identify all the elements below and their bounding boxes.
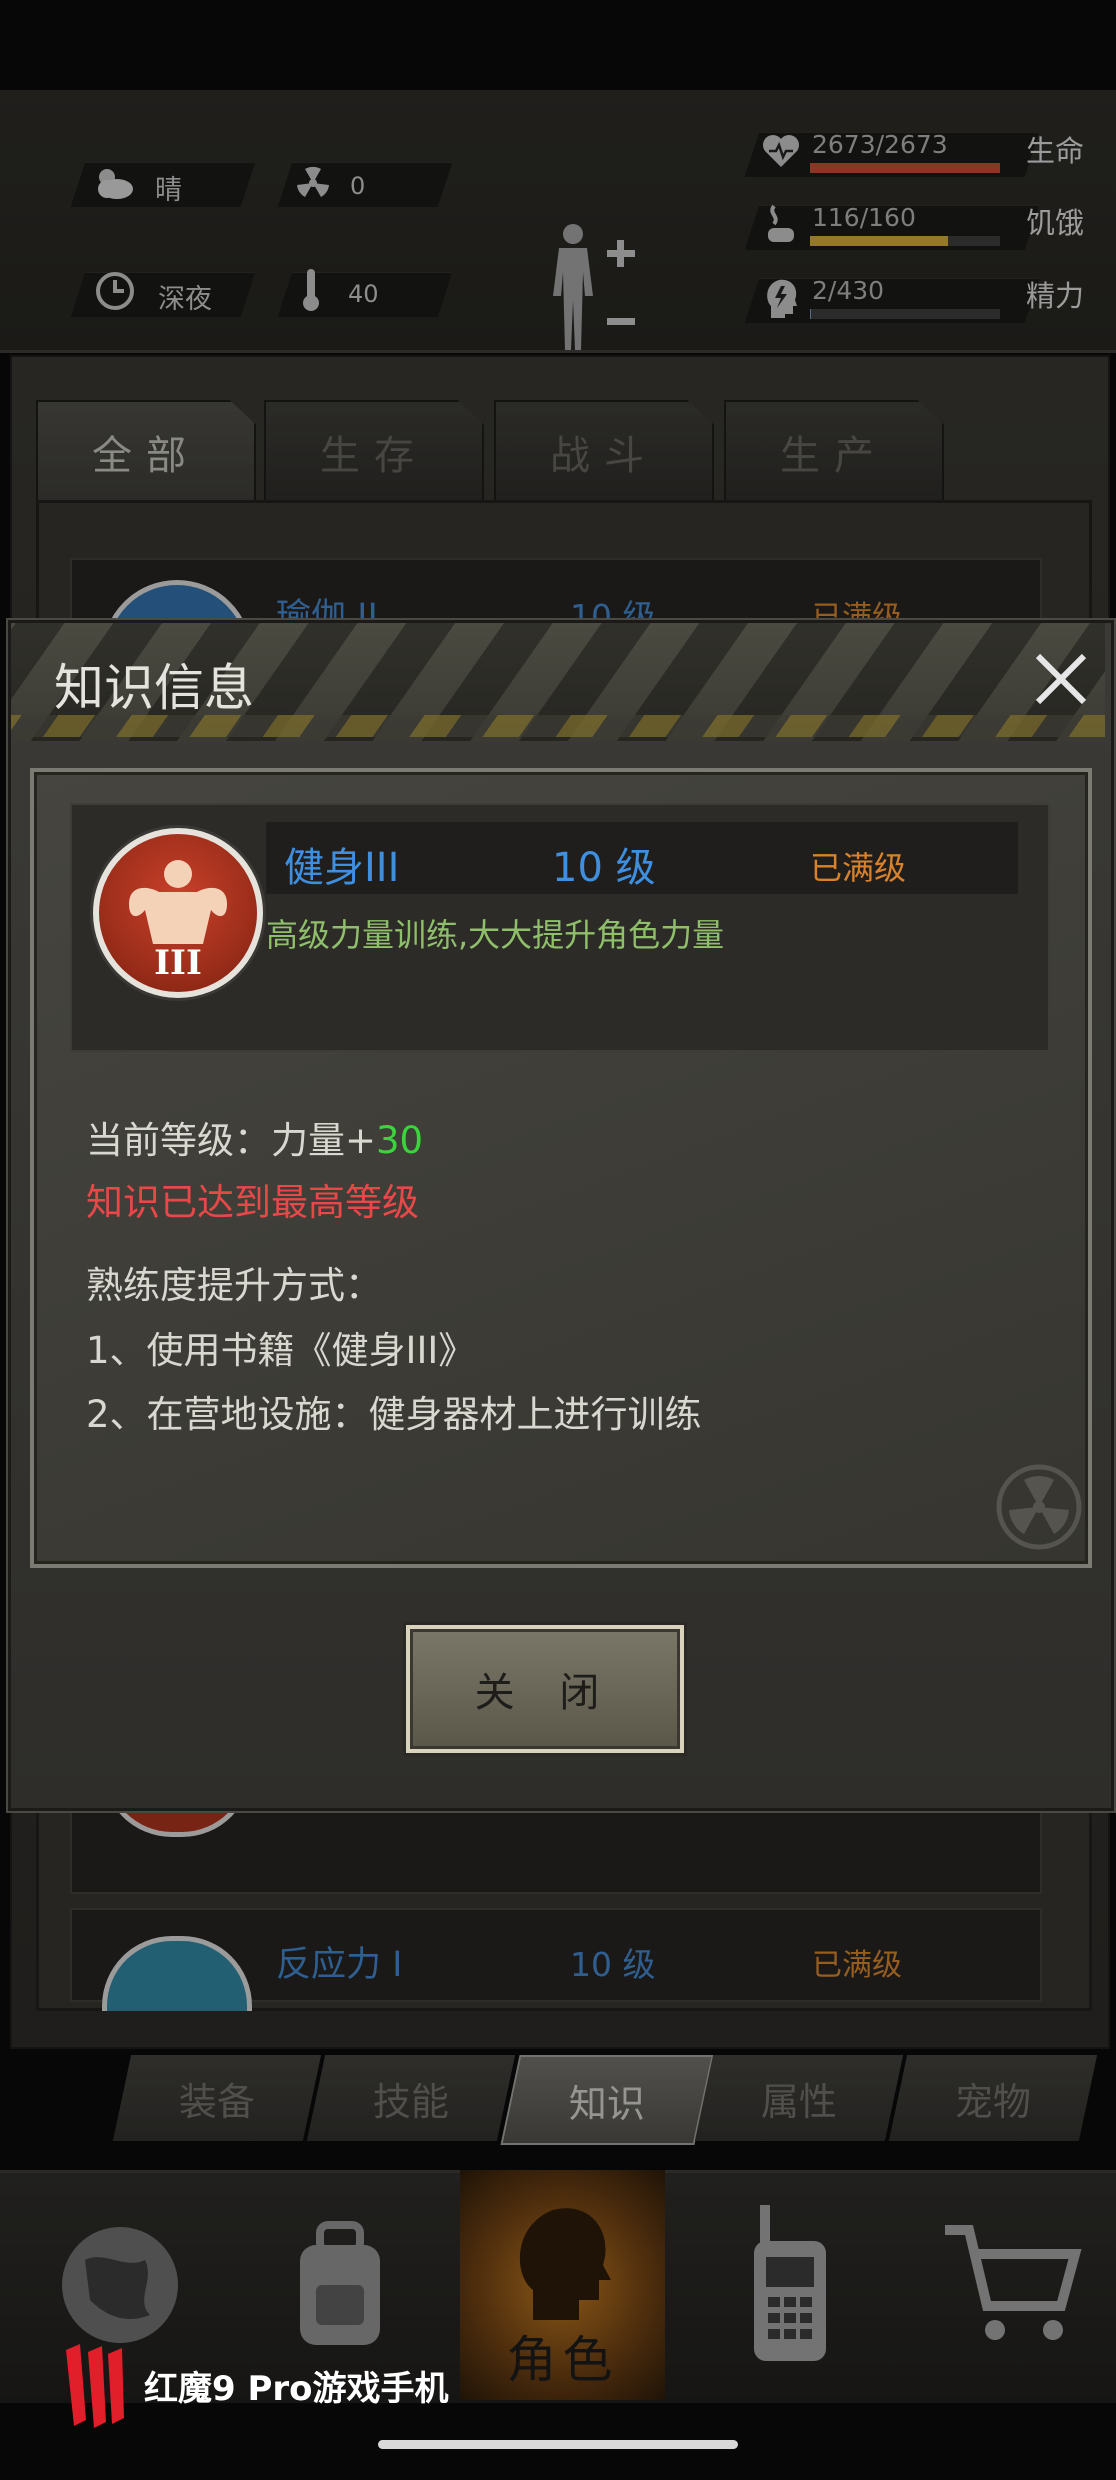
dialog-title: 知识信息	[54, 659, 254, 717]
radiation-watermark-icon	[996, 1464, 1082, 1550]
current-level-label: 当前等级：力量+	[86, 1119, 377, 1162]
phone-brand-watermark: 红魔9 Pro游戏手机	[60, 2340, 449, 2430]
skill-status: 已满级	[810, 849, 907, 887]
close-icon[interactable]	[1030, 648, 1092, 710]
brand-text: 红魔9 Pro游戏手机	[144, 2368, 449, 2409]
red-magic-logo-icon	[66, 2344, 124, 2428]
fitness-skill-icon: III	[93, 828, 263, 998]
method-item: 2、在营地设施：健身器材上进行训练	[86, 1393, 702, 1436]
method-item: 1、使用书籍《健身III》	[86, 1329, 476, 1372]
max-level-note: 知识已达到最高等级	[86, 1181, 419, 1224]
current-level: 当前等级：力量+30	[86, 1110, 423, 1164]
methods-title: 熟练度提升方式：	[86, 1264, 382, 1307]
home-indicator[interactable]	[378, 2440, 738, 2449]
current-level-value: 30	[376, 1119, 424, 1162]
close-button[interactable]: 关 闭	[406, 1625, 684, 1753]
skill-name: 健身III	[284, 845, 400, 891]
skill-description: 高级力量训练,大大提升角色力量	[266, 916, 725, 954]
skill-icon-numeral: III	[154, 943, 202, 983]
skill-level: 10 级	[552, 845, 656, 891]
